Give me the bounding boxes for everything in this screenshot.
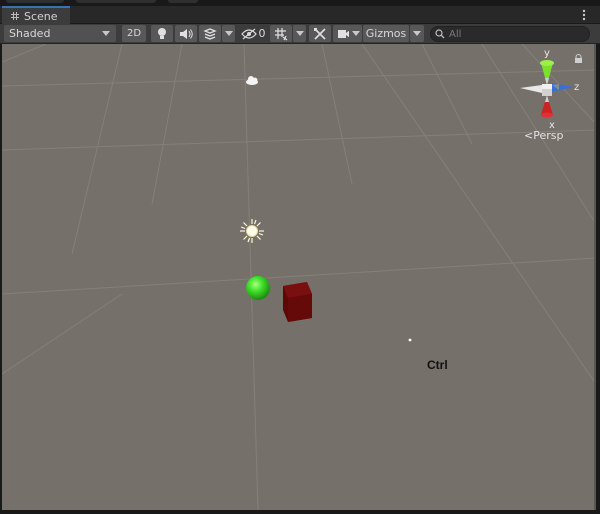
projection-toggle[interactable]: <Persp (524, 129, 563, 142)
lighting-icon (158, 27, 166, 39)
chevron-down-icon (413, 31, 421, 36)
grid-snap-icon (275, 27, 288, 40)
audio-toggle-button[interactable] (175, 25, 197, 42)
draw-mode-dropdown[interactable]: Shaded (4, 25, 116, 42)
projection-label: Persp (533, 129, 564, 142)
scene-viewport[interactable]: y z x <Persp Ctrl (2, 44, 596, 510)
visibility-icon (240, 28, 257, 39)
gizmos-dropdown[interactable] (410, 25, 424, 42)
viewport-edge (594, 44, 596, 510)
effects-dropdown[interactable] (222, 25, 235, 42)
hidden-objects-toggle[interactable]: 0 (238, 25, 268, 42)
tab-scene[interactable]: Scene (2, 6, 70, 24)
2d-toggle-button[interactable]: 2D (122, 25, 146, 42)
lighting-toggle-button[interactable] (151, 25, 173, 42)
search-input[interactable] (449, 28, 569, 40)
tab-label: Scene (24, 9, 58, 23)
chevron-down-icon (295, 31, 304, 36)
tools-icon (314, 27, 326, 40)
effects-toggle-button[interactable] (199, 25, 221, 42)
directional-light-icon[interactable] (240, 219, 264, 243)
scene-grid: y z x (2, 44, 596, 510)
grid-snap-button[interactable] (270, 25, 292, 42)
search-icon (435, 29, 445, 39)
bottom-strip (0, 510, 600, 514)
effects-icon (203, 27, 217, 40)
cube-object[interactable] (283, 282, 312, 322)
grid-snap-dropdown[interactable] (293, 25, 306, 42)
lock-icon[interactable] (574, 54, 583, 67)
top-strip-segment (168, 0, 198, 3)
scene-toolbar: Shaded 2D 0 Gizmos (0, 24, 600, 44)
point-marker (408, 338, 412, 342)
hidden-count: 0 (258, 27, 266, 40)
modifier-key-overlay: Ctrl (427, 358, 448, 372)
search-field[interactable] (430, 26, 590, 42)
chevron-down-icon (102, 31, 110, 36)
audio-icon (180, 28, 193, 39)
draw-mode-value: Shaded (9, 27, 51, 40)
chevron-down-icon (224, 31, 233, 36)
cloud-icon[interactable] (246, 76, 258, 85)
gizmo-axis-y: y (544, 48, 550, 59)
grid-icon (10, 11, 20, 21)
gizmo-axis-z: z (574, 82, 579, 93)
projection-mode-icon: < (524, 129, 534, 142)
chevron-down-icon (351, 31, 360, 36)
more-options-icon[interactable] (582, 9, 586, 21)
camera-dropdown[interactable] (349, 25, 362, 42)
tab-bar: Scene (0, 6, 600, 24)
top-strip-segment (76, 0, 156, 3)
gizmos-button[interactable]: Gizmos (363, 25, 409, 42)
sphere-object[interactable] (246, 276, 270, 300)
top-strip-segment (6, 0, 64, 3)
tools-button[interactable] (309, 25, 331, 42)
